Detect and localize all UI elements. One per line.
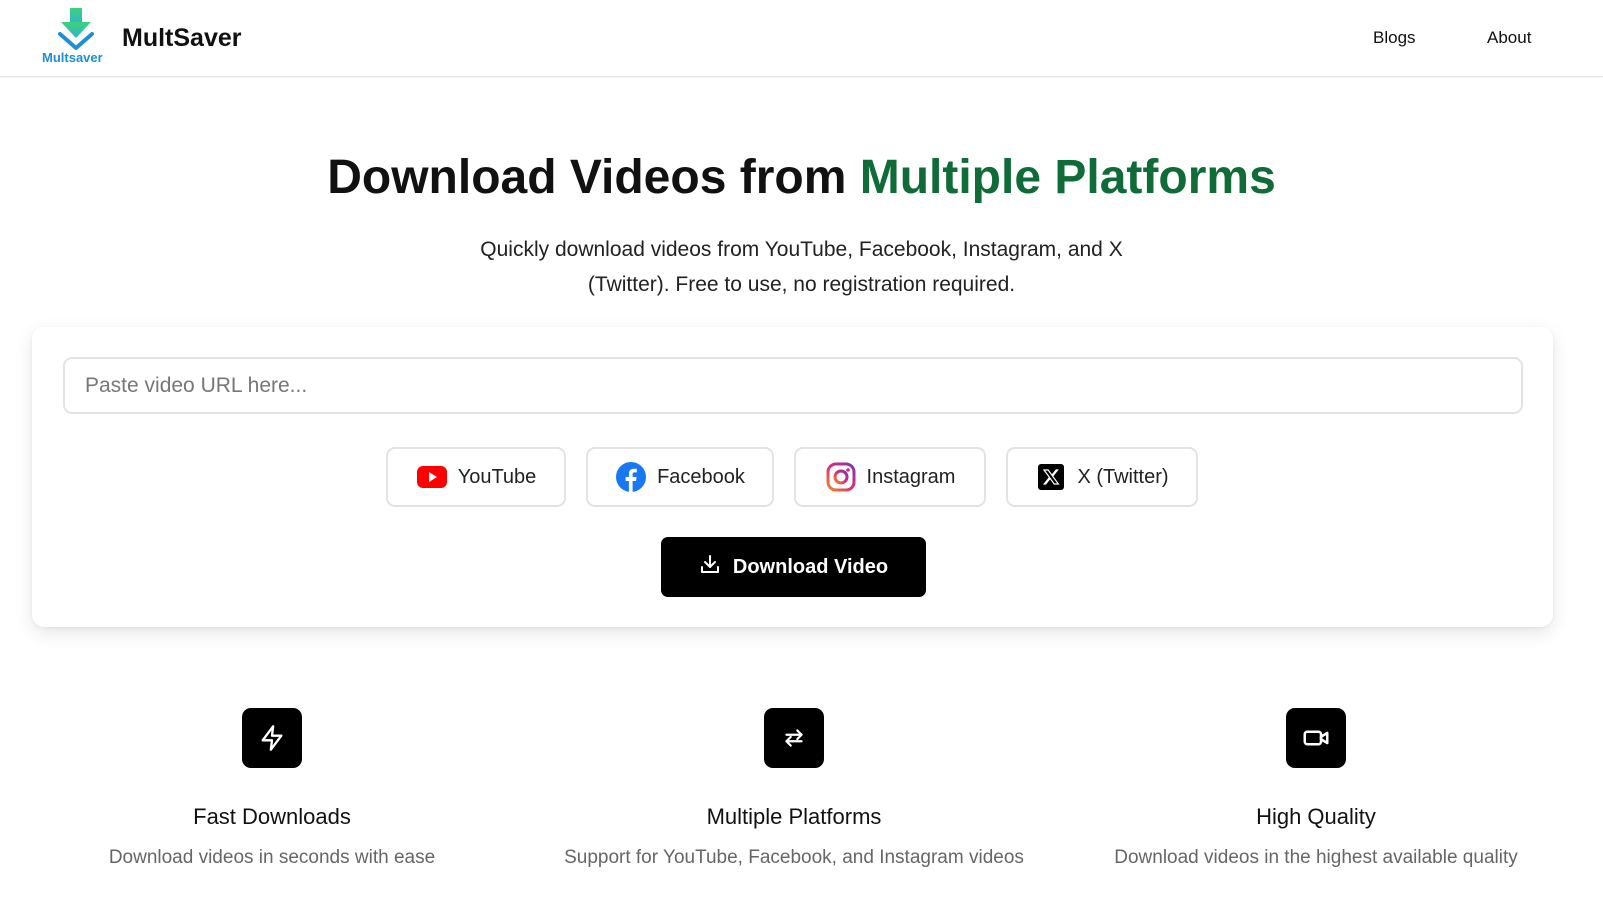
lightning-icon bbox=[242, 708, 302, 768]
platform-label-x-twitter: X (Twitter) bbox=[1077, 465, 1169, 488]
platform-label-instagram: Instagram bbox=[866, 465, 956, 488]
feature-title: High Quality bbox=[1256, 804, 1376, 829]
facebook-icon bbox=[615, 461, 647, 493]
video-camera-icon bbox=[1286, 708, 1346, 768]
nav-blogs-link[interactable]: Blogs bbox=[1373, 28, 1416, 48]
feature-description: Download videos in the highest available… bbox=[1114, 847, 1518, 868]
hero-subtitle: Quickly download videos from YouTube, Fa… bbox=[480, 238, 1123, 296]
platform-button-facebook[interactable]: Facebook bbox=[586, 447, 774, 507]
feature-description: Support for YouTube, Facebook, and Insta… bbox=[564, 847, 1024, 868]
download-video-button[interactable]: Download Video bbox=[661, 537, 926, 597]
feature-title: Fast Downloads bbox=[193, 804, 351, 829]
hero-title-accent: Multiple Platforms bbox=[859, 151, 1276, 204]
download-card: YouTube Facebook Instagram bbox=[32, 327, 1553, 627]
instagram-icon bbox=[825, 461, 857, 493]
video-url-input[interactable] bbox=[63, 357, 1523, 414]
feature-description: Download videos in seconds with ease bbox=[108, 847, 436, 868]
platform-label-facebook: Facebook bbox=[657, 465, 745, 488]
youtube-icon bbox=[416, 461, 448, 493]
feature-high-quality: High Quality Download videos in the high… bbox=[1056, 708, 1576, 872]
platform-button-x-twitter[interactable]: X (Twitter) bbox=[1006, 447, 1198, 507]
feature-multiple-platforms: Multiple Platforms Support for YouTube, … bbox=[534, 708, 1054, 872]
logo[interactable]: Multsaver bbox=[38, 6, 114, 68]
site-header: Multsaver MultSaver Blogs About bbox=[0, 0, 1603, 77]
hero-title-main: Download Videos from bbox=[327, 151, 860, 204]
hero-title: Download Videos from Multiple Platforms bbox=[0, 150, 1603, 205]
feature-title: Multiple Platforms bbox=[706, 804, 882, 829]
x-twitter-icon bbox=[1035, 461, 1067, 493]
download-button-label: Download Video bbox=[732, 555, 889, 578]
platform-button-instagram[interactable]: Instagram bbox=[794, 447, 986, 507]
platform-button-youtube[interactable]: YouTube bbox=[386, 447, 566, 507]
download-arrow-icon bbox=[58, 8, 94, 50]
platform-label-youtube: YouTube bbox=[457, 465, 537, 488]
swap-arrows-icon bbox=[764, 708, 824, 768]
nav-about-link[interactable]: About bbox=[1487, 28, 1531, 48]
feature-fast-downloads: Fast Downloads Download videos in second… bbox=[12, 708, 532, 872]
logo-text: Multsaver bbox=[42, 50, 103, 65]
brand-name[interactable]: MultSaver bbox=[122, 24, 241, 53]
download-icon bbox=[699, 553, 721, 581]
